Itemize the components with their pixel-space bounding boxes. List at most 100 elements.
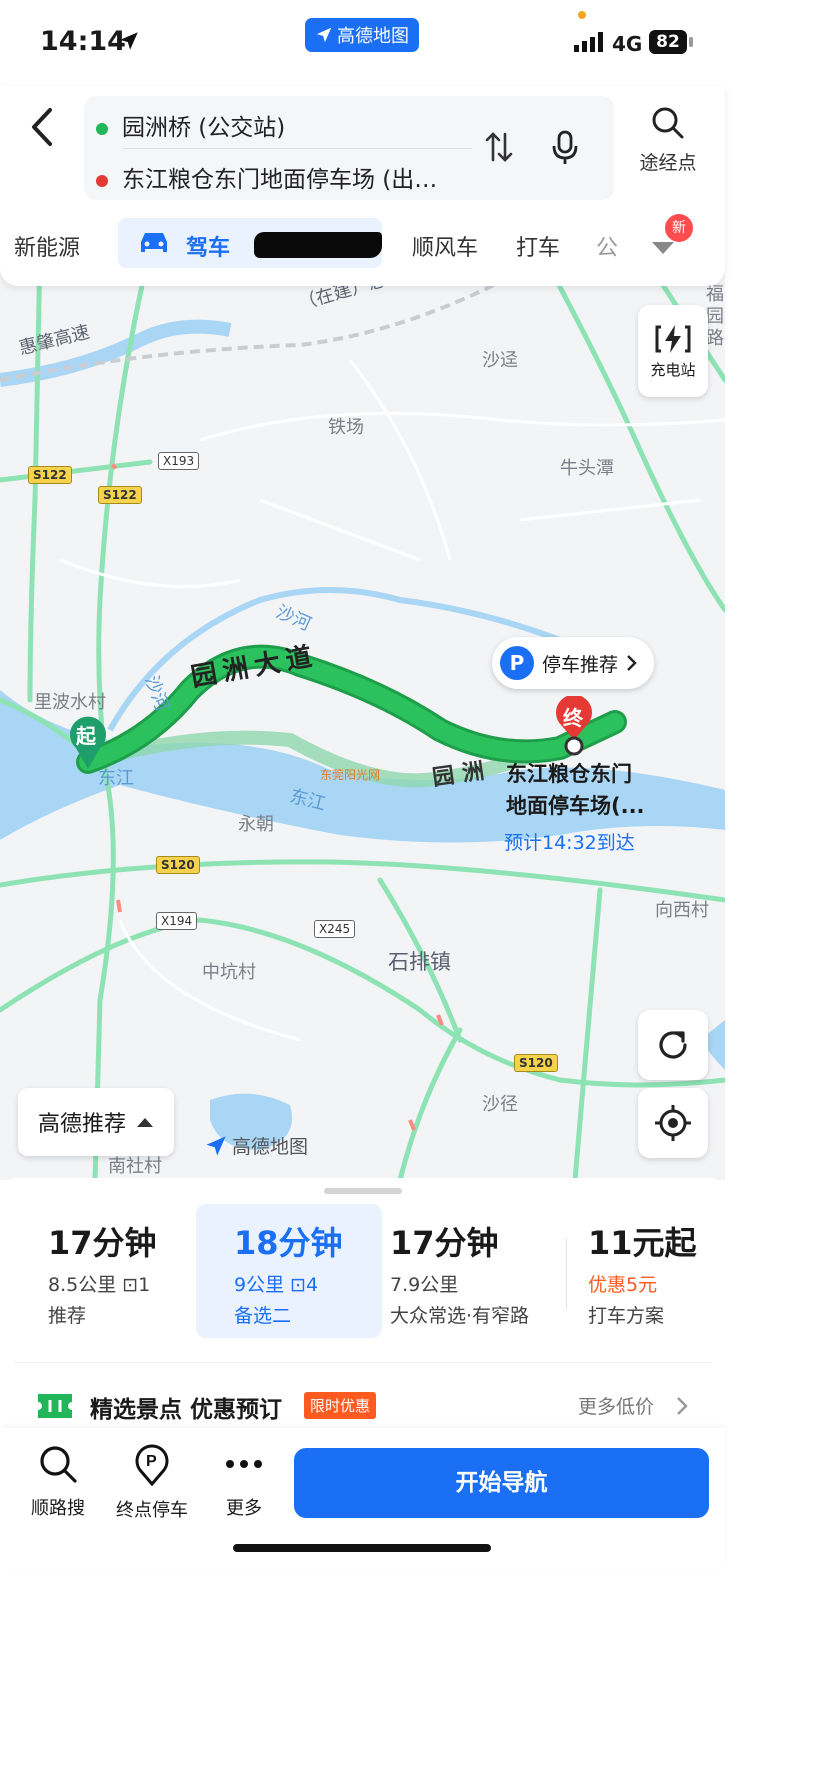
start-marker-label: 起 [76,724,96,748]
origin-field[interactable]: 园洲桥 (公交站) [96,108,285,142]
waypoint-label: 途经点 [639,152,697,174]
destination-label-line1: 东江粮仓东门 [506,762,632,786]
signal-icon [574,32,603,52]
route-option-time: 18分钟 [234,1224,343,1262]
recommend-dropdown[interactable]: 高德推荐 [18,1088,174,1156]
start-marker[interactable]: 起 [68,714,108,770]
bottom-action-bar: 顺路搜 P 终点停车 更多 开始导航 [0,1428,725,1568]
microphone-icon[interactable] [550,130,580,166]
place-zhongkeng: 中坑村 [202,962,256,983]
destination-label-line2: 地面停车场(... [506,794,645,818]
back-arrow-icon[interactable] [24,106,60,148]
watermark: 东莞阳光网 [320,768,381,782]
refresh-button[interactable] [638,1010,708,1080]
more-label: 更多 [226,1498,262,1519]
tab-drive-label: 驾车 [186,236,231,261]
network-type: 4G [612,32,643,56]
amap-logo-icon [316,27,332,43]
charging-icon [655,324,691,353]
charging-label: 充电站 [650,360,696,379]
battery-level: 82 [649,30,687,54]
car-icon [141,233,167,252]
location-arrow-icon [120,32,138,50]
promo-title: 精选景点 优惠预订 [90,1397,283,1423]
route-option-detail: 8.5公里 ⊡1 [48,1274,151,1296]
place-shajing: 沙迳 [482,350,518,371]
route-separator [122,148,472,149]
promo-banner[interactable]: 精选景点 优惠预订 限时优惠 更多低价 [36,1386,706,1426]
swap-icon[interactable] [484,130,514,164]
route-option-3[interactable]: 17分钟 7.9公里 大众常选·有窄路 [390,1204,560,1338]
route-option-time: 17分钟 [48,1224,157,1262]
tab-new-energy[interactable]: 新能源 [14,230,80,262]
caret-up-icon [137,1118,153,1127]
new-badge: 新 [665,214,693,242]
map-logo-text: 高德地图 [232,1136,309,1158]
chevron-right-icon [677,1397,688,1415]
road-shield-x245: X245 [314,920,356,938]
refresh-icon [659,1031,687,1059]
tab-taxi[interactable]: 打车 [516,230,560,262]
status-bar: 14:14 高德地图 4G 82 [0,0,725,86]
search-icon [652,107,684,139]
locate-button[interactable] [638,1088,708,1158]
app-brand-label: 高德地图 [337,26,409,47]
route-option-1[interactable]: 17分钟 8.5公里 ⊡1 推荐 [34,1204,194,1338]
amap-logo-icon [206,1135,226,1156]
promo-tag: 限时优惠 [304,1392,377,1419]
route-option-detail: 9公里 ⊡4 [234,1274,319,1296]
promo-more-link[interactable]: 更多低价 [578,1392,654,1419]
drag-handle[interactable] [324,1188,402,1194]
redaction-mark [254,232,382,258]
home-indicator [233,1544,491,1552]
start-navigation-button[interactable]: 开始导航 [294,1448,709,1518]
end-parking-button[interactable]: P 终点停车 [110,1444,194,1522]
parking-recommend-button[interactable]: P 停车推荐 [492,637,654,689]
tab-transit[interactable]: 公 [596,230,618,262]
parking-icon: P [500,646,534,680]
place-yongchao: 永朝 [238,814,274,835]
battery-tip [689,37,693,47]
taxi-option[interactable]: 11元起 优惠5元 打车方案 [588,1204,718,1338]
place-niutoutan: 牛头潭 [560,458,614,479]
more-dots-icon [226,1460,262,1468]
option-divider [566,1238,567,1310]
road-shield-s120: S120 [156,856,200,874]
taxi-discount: 优惠5元 [588,1274,658,1296]
taxi-price: 11元起 [588,1224,697,1262]
transport-mode-tabs: 新能源 驾车 顺风车 打车 公 [0,214,725,274]
more-button[interactable]: 更多 [204,1444,284,1520]
destination-text: 东江粮仓东门地面停车场 (出… [122,167,438,193]
road-shield-s122: S122 [28,466,72,484]
destination-dot [96,174,108,187]
search-icon [40,1446,77,1483]
route-options-panel: 17分钟 8.5公里 ⊡1 推荐 18分钟 9公里 ⊡4 备选二 17分钟 7.… [0,1178,725,1428]
chevron-down-icon[interactable] [650,240,676,256]
road-shield-s122-2: S122 [98,486,142,504]
end-marker-label: 终 [563,706,583,730]
charging-station-button[interactable]: 充电站 [638,305,708,397]
route-option-tag: 备选二 [234,1305,292,1327]
place-fuyuan: 福园路 [706,284,724,349]
map-view[interactable]: 惠肇高速 （在建）惠肇高速 沙迳 铁场 牛头潭 里波水村 永朝 中坑村 石排镇 … [0,250,725,1180]
search-along-button[interactable]: 顺路搜 [18,1444,98,1520]
place-shipai: 石排镇 [388,950,451,974]
route-option-detail: 7.9公里 [390,1274,459,1296]
route-option-2[interactable]: 18分钟 9公里 ⊡4 备选二 [196,1204,382,1338]
road-shield-x193: X193 [158,452,200,470]
map-canvas [0,250,725,1180]
route-input-box: 园洲桥 (公交站) 东江粮仓东门地面停车场 (出… [84,96,614,200]
svg-text:P: P [146,1453,157,1470]
waypoint-button[interactable]: 途经点 [632,106,704,175]
end-marker[interactable]: 终 [553,694,595,758]
route-option-tag: 大众常选·有窄路 [390,1305,530,1327]
eta-label: 预计14:32到达 [504,832,635,854]
place-libo: 里波水村 [34,692,106,713]
route-option-tag: 推荐 [48,1305,87,1327]
destination-field[interactable]: 东江粮仓东门地面停车场 (出… [96,160,437,194]
place-shajing-south: 沙径 [482,1094,518,1115]
privacy-dot [578,11,586,19]
map-logo: 高德地图 [204,1132,308,1159]
tab-drive[interactable]: 驾车 [118,218,382,268]
tab-carpool[interactable]: 顺风车 [412,230,478,262]
